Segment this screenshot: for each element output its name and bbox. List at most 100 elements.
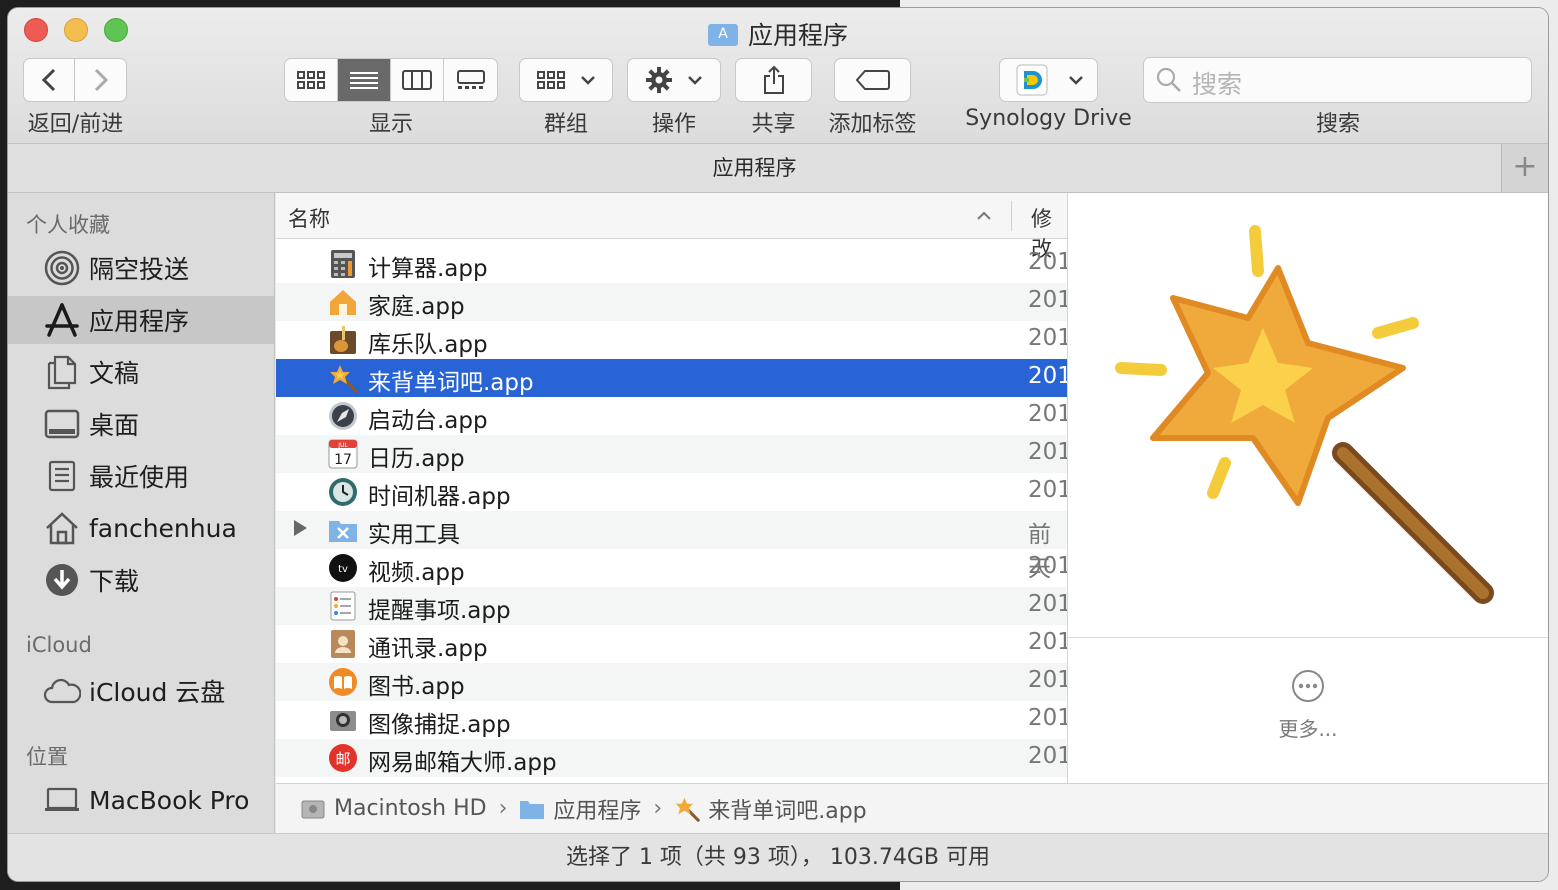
view-mode-control: [284, 58, 498, 102]
locations-header: 位置: [26, 745, 68, 769]
gallery-icon: [456, 70, 485, 89]
icloud-header: iCloud: [26, 633, 92, 657]
sidebar-item-desktop[interactable]: 桌面: [8, 400, 274, 448]
reminders-icon: [328, 591, 358, 621]
synology-drive-icon: [1016, 64, 1047, 96]
netease-mail-icon: 邮: [328, 743, 358, 773]
grid-icon: [537, 71, 565, 89]
cloud-icon: [43, 673, 81, 709]
back-button[interactable]: [24, 59, 75, 101]
hard-drive-icon: [301, 800, 325, 818]
applications-icon: [43, 302, 81, 338]
table-row[interactable]: 库乐队.app 201: [276, 321, 1067, 359]
column-view-button[interactable]: [391, 59, 444, 101]
file-list: 名称 修改 计算器.app 201 家庭.app 201 库乐队.app 201…: [276, 193, 1067, 783]
documents-icon: [43, 354, 81, 390]
contacts-icon: [328, 629, 358, 659]
calculator-icon: [328, 249, 358, 279]
more-options-icon[interactable]: [1291, 669, 1325, 703]
table-row[interactable]: 启动台.app 201: [276, 397, 1067, 435]
chevron-down-icon: [581, 76, 595, 85]
table-row[interactable]: 通讯录.app 201: [276, 625, 1067, 663]
column-header-name[interactable]: 名称: [288, 203, 330, 233]
chevron-right-icon: ›: [498, 796, 508, 821]
search-label: 搜索: [1315, 112, 1360, 137]
table-row[interactable]: 时间机器.app 201: [276, 473, 1067, 511]
chevron-right-icon: [94, 68, 108, 92]
svg-text:JUL: JUL: [337, 442, 348, 449]
table-row[interactable]: 提醒事项.app 201: [276, 587, 1067, 625]
sidebar-item-downloads[interactable]: 下载: [8, 556, 274, 604]
launchpad-icon: [328, 401, 358, 431]
calendar-icon: JUL 17: [328, 439, 358, 469]
group-button[interactable]: [519, 58, 613, 102]
sidebar-item-home[interactable]: fanchenhua: [8, 504, 274, 552]
breadcrumb-item-macintosh-hd[interactable]: Macintosh HD: [300, 796, 487, 822]
columns-icon: [402, 70, 432, 90]
share-button[interactable]: [735, 58, 812, 102]
new-tab-button[interactable]: +: [1501, 144, 1548, 193]
icon-view-button[interactable]: [285, 59, 338, 101]
list-header: 名称 修改: [276, 193, 1067, 261]
chevron-down-icon: [1068, 76, 1083, 85]
laptop-icon: [43, 782, 81, 818]
sort-ascending-icon[interactable]: [976, 211, 992, 221]
nav-label: 返回/前进: [27, 112, 124, 137]
table-row[interactable]: JUL 17 日历.app 201: [276, 435, 1067, 473]
view-label: 显示: [368, 112, 413, 137]
breadcrumb-item-applications[interactable]: 应用程序: [519, 793, 641, 825]
chevron-down-icon: [688, 76, 702, 85]
desktop-icon: [43, 406, 81, 442]
share-icon: [763, 65, 784, 94]
list-view-button[interactable]: [338, 59, 391, 101]
utilities-folder-icon: [328, 515, 358, 545]
sidebar-item-macbook-pro[interactable]: MacBook Pro: [8, 776, 274, 824]
share-label: 共享: [751, 112, 796, 137]
image-capture-icon: [328, 705, 358, 735]
table-row[interactable]: 邮 网易邮箱大师.app 201: [276, 739, 1067, 777]
applications-folder-icon: A: [707, 24, 738, 46]
more-button-label[interactable]: 更多...: [1068, 713, 1548, 742]
action-button[interactable]: [627, 58, 721, 102]
chevron-left-icon: [41, 68, 56, 92]
toolbar: A 应用程序 返回/前进 显示 群组 操作 共享 添加标签 Synology D…: [8, 8, 1548, 144]
books-icon: [328, 667, 358, 697]
sidebar-item-documents[interactable]: 文稿: [8, 348, 274, 396]
sidebar-item-icloud-drive[interactable]: iCloud 云盘: [8, 667, 274, 715]
home-app-icon: [328, 287, 358, 317]
search-placeholder: 搜索: [1192, 70, 1243, 99]
table-row[interactable]: 图书.app 201: [276, 663, 1067, 701]
tag-icon: [855, 70, 890, 90]
list-icon: [350, 72, 378, 89]
table-row[interactable]: 图像捕捉.app 201: [276, 701, 1067, 739]
forward-button[interactable]: [75, 59, 126, 101]
add-tags-button[interactable]: [834, 58, 911, 102]
sidebar-item-airdrop[interactable]: 隔空投送: [8, 244, 274, 292]
table-row[interactable]: tv 视频.app 201: [276, 549, 1067, 587]
search-icon: [1156, 67, 1181, 92]
chevron-right-icon: ›: [653, 796, 663, 821]
breadcrumb-item-app[interactable]: 来背单词吧.app: [674, 793, 867, 825]
favorites-header: 个人收藏: [26, 213, 110, 237]
recents-icon: [43, 458, 81, 494]
search-field[interactable]: 搜索: [1143, 57, 1532, 103]
breadcrumb: Macintosh HD › 应用程序 › 来背单词吧.app: [276, 783, 1548, 833]
synology-drive-button[interactable]: [999, 58, 1098, 102]
group-label: 群组: [543, 112, 588, 137]
table-row[interactable]: 家庭.app 201: [276, 283, 1067, 321]
sidebar-item-recents[interactable]: 最近使用: [8, 452, 274, 500]
column-divider[interactable]: [1011, 201, 1012, 231]
magic-wand-icon: [1115, 225, 1494, 604]
sidebar-item-applications[interactable]: 应用程序: [8, 296, 274, 344]
table-row[interactable]: 计算器.app 201: [276, 245, 1067, 283]
sidebar: 个人收藏 隔空投送 应用程序 文稿 桌面 最近使用 fanchenhua 下载: [8, 193, 275, 833]
table-row-selected[interactable]: 来背单词吧.app 201: [276, 359, 1067, 397]
table-row-folder[interactable]: 实用工具 前天: [276, 511, 1067, 582]
gallery-view-button[interactable]: [444, 59, 497, 101]
applications-folder-icon: [520, 800, 545, 819]
svg-text:17: 17: [334, 452, 352, 468]
disclosure-triangle-icon[interactable]: [294, 520, 307, 536]
home-icon: [43, 510, 81, 546]
back-forward-control: [23, 58, 127, 102]
tags-label: 添加标签: [828, 112, 917, 137]
